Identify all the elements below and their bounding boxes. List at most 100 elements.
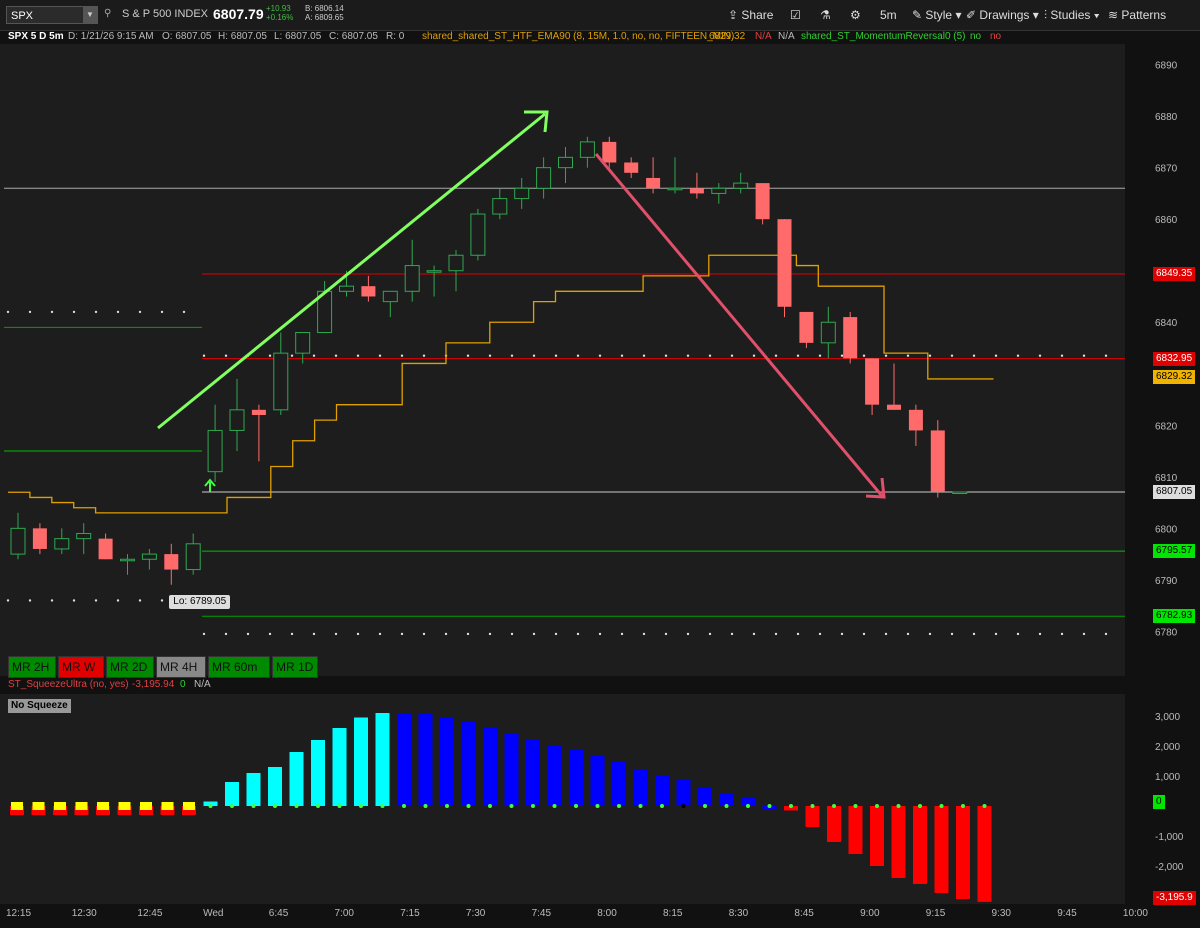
squeeze-dot — [703, 804, 707, 808]
pivot-dot — [642, 354, 646, 357]
pivot-dot — [1016, 632, 1020, 636]
x-tick-label: 10:00 — [1122, 908, 1148, 919]
pivot-dot — [160, 310, 164, 314]
candle-body — [843, 317, 858, 359]
pivot-dot — [356, 632, 360, 636]
histogram-bar — [934, 806, 949, 893]
pivot-dot — [708, 354, 712, 357]
squeeze-dot — [183, 802, 195, 810]
lower-y-tick-label: -1,000 — [1155, 832, 1184, 843]
histogram-bar — [612, 761, 626, 806]
mr-button[interactable]: MR 4H — [156, 656, 206, 678]
squeeze-dot — [617, 804, 621, 808]
pivot-dot — [774, 632, 778, 636]
mr-button[interactable]: MR W — [58, 656, 104, 678]
squeeze-dot — [488, 804, 492, 808]
pivot-dot — [312, 354, 316, 357]
pivot-dot — [730, 632, 734, 636]
pivot-dot — [202, 354, 206, 357]
candle-body — [185, 543, 201, 571]
candle-body — [141, 553, 157, 560]
histogram-bar — [289, 752, 304, 806]
pivot-dot — [1016, 354, 1020, 357]
squeeze-dot — [466, 804, 471, 808]
histogram-bar — [977, 806, 992, 902]
pivot-dot — [906, 354, 910, 357]
candle-body — [536, 167, 552, 189]
candle-body — [952, 491, 968, 495]
squeeze-dot — [161, 802, 174, 810]
pivot-dot — [94, 310, 98, 314]
histogram-bar — [633, 770, 648, 806]
candle-body — [404, 265, 420, 292]
squeeze-dot — [423, 804, 428, 808]
squeeze-dot — [574, 804, 578, 808]
candle-body — [251, 409, 266, 415]
lower-y-tick-label: 3,000 — [1155, 712, 1180, 723]
pivot-dot — [1104, 632, 1108, 636]
histogram-bar — [397, 713, 411, 806]
price-level-tag: 6795.57 — [1153, 544, 1196, 559]
squeeze-dot — [402, 804, 406, 808]
pivot-dot — [1038, 632, 1042, 636]
current-value-tag: -3,195.9 — [1153, 891, 1196, 905]
candle-body — [361, 286, 376, 297]
pivot-dot — [224, 632, 228, 636]
mr-button[interactable]: MR 1D — [272, 656, 318, 678]
candle-body — [908, 409, 923, 431]
pivot-dot — [950, 632, 954, 636]
pivot-dot — [598, 632, 602, 636]
pivot-dot — [950, 354, 954, 357]
x-tick-label: 6:45 — [268, 908, 289, 919]
histogram-bar — [268, 767, 282, 806]
candle-body — [777, 219, 792, 307]
histogram-bar — [504, 734, 519, 806]
squeeze-dot — [875, 804, 879, 808]
histogram-bar — [375, 713, 390, 806]
squeeze-dot — [638, 804, 643, 808]
pivot-dot — [884, 632, 888, 636]
mr-button[interactable]: MR 2H — [8, 656, 56, 678]
pivot-dot — [774, 354, 778, 357]
histogram-bar — [526, 740, 540, 806]
candle-body — [339, 285, 354, 292]
pivot-dot — [488, 632, 492, 636]
squeeze-dot — [660, 804, 664, 808]
y-tick-label: 6880 — [1155, 112, 1178, 123]
candle-body — [646, 177, 661, 189]
price-chart: 6780679068006810682068306840685068606870… — [0, 44, 1184, 904]
pivot-dot — [554, 354, 558, 357]
candle-body — [295, 332, 311, 354]
squeeze-dot — [97, 802, 109, 810]
lower-pane-header: ST_SqueezeUltra (no, yes) -3,195.94 0 N/… — [0, 679, 1200, 693]
pivot-dot — [1060, 354, 1064, 357]
candle-body — [426, 270, 442, 273]
y-tick-label: 6870 — [1155, 164, 1178, 175]
pivot-dot — [6, 310, 10, 314]
price-level-tag: 6829.32 — [1153, 370, 1196, 385]
y-tick-label: 6800 — [1155, 524, 1178, 535]
mr-button[interactable]: MR 60m — [208, 656, 270, 678]
histogram-bar — [246, 773, 261, 806]
squeeze-dot — [832, 804, 836, 808]
squeeze-dot — [380, 804, 385, 808]
pivot-dot — [116, 310, 120, 314]
pivot-dot — [334, 354, 338, 357]
candle-body — [711, 187, 727, 194]
x-tick-label: 8:30 — [728, 908, 749, 919]
candle-body — [164, 554, 179, 570]
candle-body — [602, 141, 617, 163]
pivot-dot — [862, 354, 866, 357]
histogram-bar — [676, 779, 691, 806]
y-tick-label: 6890 — [1155, 61, 1178, 72]
y-tick-label: 6840 — [1155, 318, 1178, 329]
histogram-bar — [311, 740, 325, 806]
mr-button[interactable]: MR 2D — [106, 656, 154, 678]
candle-body — [273, 352, 289, 411]
histogram-bar — [698, 788, 712, 806]
pivot-dot — [6, 599, 10, 602]
pivot-dot — [268, 632, 272, 636]
histogram-bar — [655, 776, 669, 806]
squeeze-dot — [11, 802, 23, 810]
candle-body — [492, 198, 508, 215]
